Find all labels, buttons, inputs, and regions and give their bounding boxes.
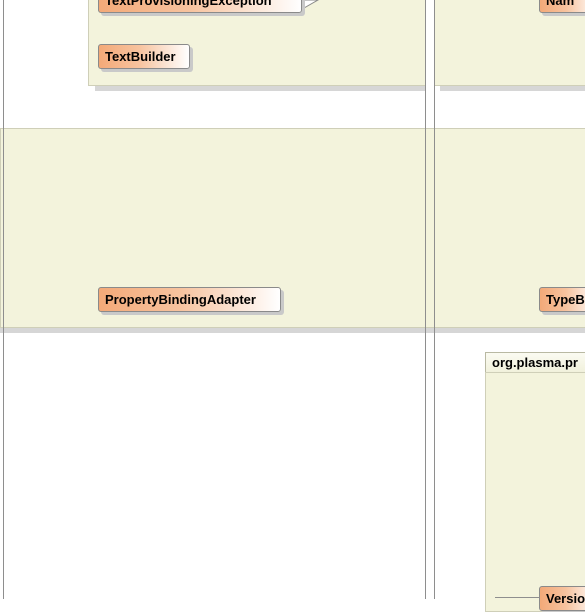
package-top-right-shadow bbox=[440, 86, 585, 91]
package-top-left-shadow bbox=[95, 86, 426, 91]
package-middle-band bbox=[0, 128, 585, 328]
class-label: TextProvisioningException bbox=[105, 0, 272, 8]
generalization-arrow-icon bbox=[301, 0, 320, 9]
class-property-binding-adapter[interactable]: PropertyBindingAdapter bbox=[98, 287, 281, 312]
connector-line-bottom bbox=[495, 597, 540, 598]
class-label: TextBuilder bbox=[105, 49, 176, 64]
package-org-plasma-label: org.plasma.pr bbox=[492, 355, 578, 370]
package-org-plasma-tab[interactable]: org.plasma.pr bbox=[485, 352, 585, 372]
class-text-builder[interactable]: TextBuilder bbox=[98, 44, 190, 69]
frame-line-middle-a bbox=[425, 0, 426, 599]
package-middle-band-shadow bbox=[0, 328, 585, 333]
class-text-provisioning-exception[interactable]: TextProvisioningException bbox=[98, 0, 302, 13]
class-label: Nam bbox=[546, 0, 575, 8]
class-label: PropertyBindingAdapter bbox=[105, 292, 256, 307]
frame-line-middle-b bbox=[434, 0, 435, 599]
frame-line-left bbox=[3, 0, 4, 599]
package-org-plasma bbox=[485, 372, 585, 612]
class-name-partial[interactable]: Nam bbox=[539, 0, 585, 13]
class-label: TypeB bbox=[546, 292, 585, 307]
class-type-partial[interactable]: TypeB bbox=[539, 287, 585, 312]
